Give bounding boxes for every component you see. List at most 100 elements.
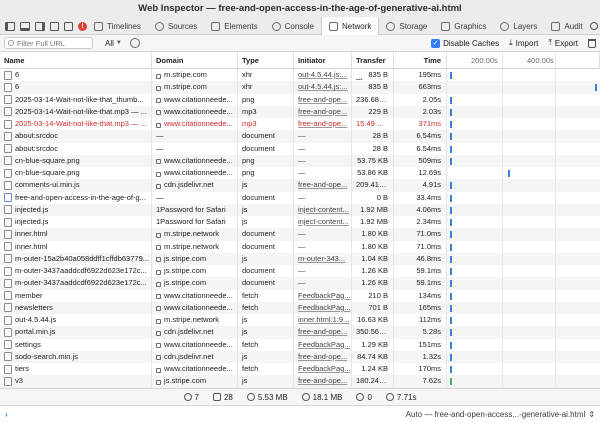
request-initiator[interactable]: FeedbackPag... bbox=[294, 289, 352, 302]
column-header-initiator[interactable]: Initiator bbox=[294, 52, 352, 69]
request-name: injected.js bbox=[15, 217, 49, 226]
request-row[interactable]: m-outer-15a2b40a058ddff1cffdb63779... js.… bbox=[0, 252, 600, 265]
request-row[interactable]: newsletters www.citationneede... fetch Feed… bbox=[0, 301, 600, 314]
checkbox-checked-icon[interactable]: ✓ bbox=[431, 38, 441, 48]
column-header-domain[interactable]: Domain bbox=[152, 52, 238, 69]
file-icon bbox=[4, 278, 12, 288]
column-header-time[interactable]: Time bbox=[394, 52, 447, 69]
tab-graphics[interactable]: Graphics bbox=[434, 18, 493, 35]
request-row[interactable]: about:srcdoc — document —28 B 6.54ms bbox=[0, 130, 600, 143]
error-indicator-icon[interactable]: ! bbox=[78, 21, 87, 31]
request-name-cell: v3 bbox=[0, 375, 152, 388]
request-type: png bbox=[238, 93, 294, 106]
detach-window-icon[interactable] bbox=[50, 21, 59, 31]
request-row[interactable]: 2025-03-14-Wait-not-like-that.mp3 — ... w… bbox=[0, 118, 600, 131]
inspect-element-icon[interactable] bbox=[64, 21, 73, 31]
file-icon bbox=[4, 229, 12, 239]
tab-layers[interactable]: Layers bbox=[493, 18, 544, 35]
search-icon[interactable] bbox=[589, 22, 598, 30]
request-name-cell: about:srcdoc bbox=[0, 142, 152, 155]
tab-network[interactable]: Network bbox=[321, 17, 380, 35]
request-name: sodo-search.min.js bbox=[15, 351, 78, 361]
request-row[interactable]: cn-blue-square.png www.citationneede... pn… bbox=[0, 167, 600, 180]
request-row[interactable]: free-and-open-access-in-the-age-of-g... —… bbox=[0, 191, 600, 204]
request-initiator[interactable]: free-and-ope... bbox=[294, 105, 352, 118]
request-initiator[interactable]: FeedbackPag... bbox=[294, 363, 352, 376]
request-transfer-size: 236.68 KB bbox=[352, 93, 394, 106]
file-icon bbox=[4, 242, 12, 252]
request-row[interactable]: injected.js 1Password for Safari js inject-… bbox=[0, 216, 600, 229]
dock-bottom-icon[interactable] bbox=[20, 21, 30, 31]
request-row[interactable]: comments-ui.min.js cdn.jsdelivr.net js free… bbox=[0, 179, 600, 192]
request-initiator[interactable]: inject-content... bbox=[294, 203, 352, 216]
request-row[interactable]: inner.html m.stripe.network document —1.80 … bbox=[0, 228, 600, 241]
tab-timelines[interactable]: Timelines bbox=[87, 18, 148, 35]
request-domain-cell: — bbox=[152, 191, 238, 204]
request-row[interactable]: tiers www.citationneede... fetch FeedbackPa… bbox=[0, 363, 600, 376]
file-icon bbox=[4, 352, 12, 362]
column-header-waterfall[interactable]: 200.00s 400.00s bbox=[447, 52, 600, 69]
request-row[interactable]: 6 m.stripe.com xhr out-4.5.44.js:... 835 B 19… bbox=[0, 69, 600, 82]
request-row[interactable]: out-4.5.44.js m.stripe.network js inner.htm… bbox=[0, 314, 600, 327]
request-initiator[interactable]: FeedbackPag... bbox=[294, 338, 352, 351]
storage-icon bbox=[386, 21, 396, 31]
request-initiator[interactable]: free-and-ope... bbox=[294, 326, 352, 339]
request-initiator[interactable]: out-4.5.44.js:... bbox=[294, 81, 352, 94]
request-row[interactable]: 6 m.stripe.com xhr out-4.5.44.js:... 835 B 66… bbox=[0, 81, 600, 94]
request-initiator[interactable]: free-and-ope... bbox=[294, 93, 352, 106]
request-initiator[interactable]: m-outer-343... bbox=[294, 252, 352, 265]
resource-type-select[interactable]: All ▼ bbox=[105, 39, 122, 48]
request-row[interactable]: cn-blue-square.png www.citationneede... pn… bbox=[0, 154, 600, 167]
tab-audit[interactable]: Audit bbox=[544, 18, 589, 35]
request-initiator[interactable]: free-and-ope... bbox=[294, 118, 352, 131]
transferred-size: 5.53 MB bbox=[246, 393, 288, 402]
console-prompt-bar[interactable]: › Auto — free-and-open-access...-generat… bbox=[0, 405, 600, 423]
request-initiator[interactable]: inject-content... bbox=[294, 216, 352, 229]
request-row[interactable]: member www.citationneede... fetch FeedbackP… bbox=[0, 289, 600, 302]
request-initiator[interactable]: FeedbackPag... bbox=[294, 301, 352, 314]
request-initiator[interactable]: free-and-ope... bbox=[294, 375, 352, 388]
filter-field[interactable] bbox=[4, 37, 93, 49]
column-header-transfer[interactable]: Transfer ... bbox=[352, 52, 394, 82]
tab-elements[interactable]: Elements bbox=[204, 18, 264, 35]
request-row[interactable]: injected.js 1Password for Safari js inject-… bbox=[0, 203, 600, 216]
lock-icon bbox=[156, 269, 161, 275]
request-row[interactable]: inner.html m.stripe.network document —1.80 … bbox=[0, 240, 600, 253]
tab-console[interactable]: Console bbox=[265, 18, 321, 35]
request-initiator[interactable]: inner.html:1:9... bbox=[294, 314, 352, 327]
clear-log-icon[interactable] bbox=[588, 38, 596, 48]
chevron-updown-icon: ⇕ bbox=[588, 410, 595, 419]
tab-sources[interactable]: Sources bbox=[148, 18, 204, 35]
request-initiator[interactable]: free-and-ope... bbox=[294, 350, 352, 363]
request-domain-cell: js.stripe.com bbox=[152, 252, 238, 265]
request-row[interactable]: m-outer-3437aaddcdf6922d623e172c... js.st… bbox=[0, 265, 600, 278]
disable-caches-label: Disable Caches bbox=[443, 38, 500, 48]
request-name: inner.html bbox=[15, 229, 48, 239]
dock-left-icon[interactable] bbox=[5, 21, 15, 31]
clear-filters-icon[interactable] bbox=[129, 38, 140, 48]
request-row[interactable]: sodo-search.min.js cdn.jsdelivr.net js free… bbox=[0, 350, 600, 363]
column-header-type[interactable]: Type bbox=[238, 52, 294, 69]
execution-context-select[interactable]: Auto — free-and-open-access...-generativ… bbox=[406, 410, 595, 419]
request-row[interactable]: portal.min.js cdn.jsdelivr.net js free-and-… bbox=[0, 326, 600, 339]
request-row[interactable]: 2025-03-14-Wait-not-like-that_thumb... ww… bbox=[0, 93, 600, 106]
column-header-name[interactable]: Name bbox=[0, 52, 152, 69]
request-row[interactable]: about:srcdoc — document —28 B 6.54ms bbox=[0, 142, 600, 155]
request-domain-cell: www.citationneede... bbox=[152, 301, 238, 314]
import-button[interactable]: ⤓ Import bbox=[509, 38, 538, 48]
request-row[interactable]: 2025-03-14-Wait-not-like-that.mp3 — ... w… bbox=[0, 105, 600, 118]
filter-url-input[interactable] bbox=[17, 38, 87, 48]
lock-icon bbox=[156, 98, 161, 104]
request-name: m-outer-3437aaddcdf6922d623e172c... bbox=[15, 278, 147, 288]
dock-right-icon[interactable] bbox=[35, 21, 45, 31]
request-row[interactable]: settings www.citationneede... fetch Feedbac… bbox=[0, 338, 600, 351]
request-initiator[interactable]: free-and-ope... bbox=[294, 179, 352, 192]
export-button[interactable]: ⤒ Export bbox=[548, 38, 578, 48]
disable-caches-toggle[interactable]: ✓ Disable Caches bbox=[431, 38, 500, 48]
request-row[interactable]: v3 js.stripe.com js free-and-ope... 180.24 K… bbox=[0, 375, 600, 388]
request-row[interactable]: m-outer-3437aaddcdf6922d623e172c... js.st… bbox=[0, 277, 600, 290]
request-domain: m.stripe.network bbox=[164, 241, 220, 251]
request-initiator[interactable]: out-4.5.44.js:... bbox=[294, 69, 352, 82]
request-domain-cell: m.stripe.com bbox=[152, 81, 238, 94]
tab-storage[interactable]: Storage bbox=[379, 18, 434, 35]
